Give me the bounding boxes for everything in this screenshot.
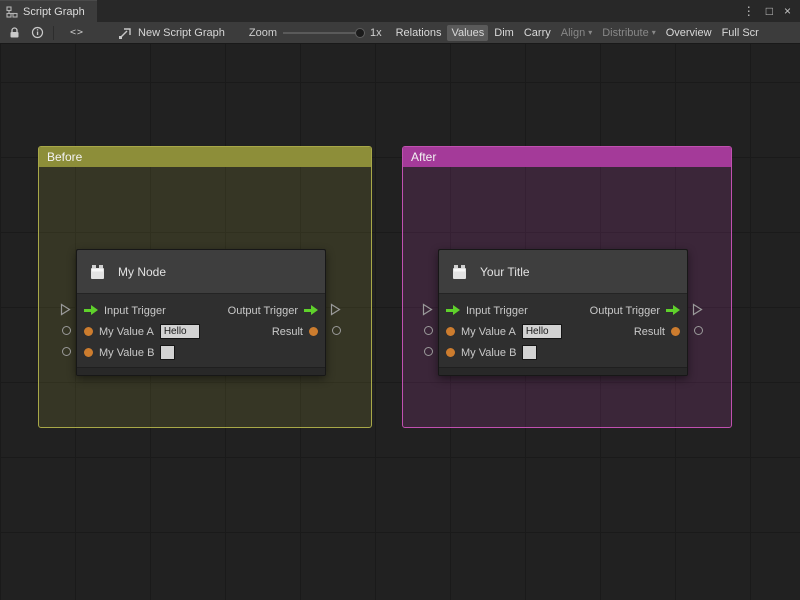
chevron-down-icon: ▾ (588, 28, 592, 37)
external-flow-output-connector[interactable] (692, 303, 703, 316)
node-body: Input Trigger Output Trigger My Value A … (77, 294, 325, 367)
graph-reference[interactable]: New Script Graph (118, 24, 225, 42)
unit-node-icon (88, 263, 108, 281)
input-trigger-label: Input Trigger (466, 305, 528, 317)
maximize-icon[interactable]: □ (766, 5, 773, 17)
result-port[interactable] (671, 327, 680, 336)
input-trigger-port[interactable] (446, 305, 460, 316)
value-b-input[interactable] (160, 345, 175, 360)
tab-script-graph[interactable]: Script Graph (0, 0, 97, 22)
node-title: Your Title (480, 265, 530, 279)
align-button[interactable]: Align ▾ (557, 25, 596, 41)
code-icon[interactable]: <> (70, 24, 84, 42)
value-a-label: My Value A (99, 326, 154, 338)
external-flow-input-connector[interactable] (60, 303, 71, 316)
output-trigger-port[interactable] (666, 305, 680, 316)
distribute-button-label: Distribute (602, 27, 648, 39)
node-body: Input Trigger Output Trigger My Value A … (439, 294, 687, 367)
window-controls: ⋮ □ × (743, 5, 800, 17)
value-a-input[interactable] (160, 324, 200, 339)
external-flow-input-connector[interactable] (422, 303, 433, 316)
graph-name-label: New Script Graph (138, 27, 225, 39)
group-before: Before My Node Input Tr (38, 146, 372, 428)
external-result-connector[interactable] (331, 324, 342, 337)
port-row-value-b: My Value B (439, 342, 687, 363)
port-row-value-b: My Value B (77, 342, 325, 363)
result-label: Result (634, 326, 665, 338)
zoom-slider[interactable] (283, 26, 365, 40)
fullscreen-button[interactable]: Full Scr (718, 25, 763, 41)
group-after-header[interactable]: After (403, 147, 731, 167)
overview-button[interactable]: Overview (662, 25, 716, 41)
node-footer (77, 367, 325, 375)
chevron-down-icon: ▾ (652, 28, 656, 37)
output-trigger-label: Output Trigger (228, 305, 298, 317)
value-b-label: My Value B (99, 347, 154, 359)
node-my-node[interactable]: My Node Input Trigger Output Trigger (76, 249, 326, 376)
group-title: Before (47, 150, 82, 164)
value-a-label: My Value A (461, 326, 516, 338)
tab-label: Script Graph (23, 6, 85, 18)
group-after: After Your Title Input (402, 146, 732, 428)
result-label: Result (272, 326, 303, 338)
value-b-label: My Value B (461, 347, 516, 359)
relations-button[interactable]: Relations (392, 25, 446, 41)
value-a-input[interactable] (522, 324, 562, 339)
toolbar-separator (53, 26, 54, 40)
port-row-trigger: Input Trigger Output Trigger (439, 300, 687, 321)
group-before-header[interactable]: Before (39, 147, 371, 167)
result-port[interactable] (309, 327, 318, 336)
graph-toolbar: <> New Script Graph Zoom 1x Relations Va… (0, 22, 800, 44)
zoom-value: 1x (370, 27, 382, 39)
external-value-b-connector[interactable] (61, 345, 72, 358)
port-row-value-a: My Value A Result (439, 321, 687, 342)
values-button[interactable]: Values (447, 25, 488, 41)
graph-canvas[interactable]: Before My Node Input Tr (0, 44, 800, 600)
unit-node-icon (450, 263, 470, 281)
node-title: My Node (118, 265, 166, 279)
zoom-slider-handle[interactable] (355, 28, 365, 38)
value-a-port[interactable] (84, 327, 93, 336)
graph-tab-icon (6, 3, 18, 21)
carry-button[interactable]: Carry (520, 25, 555, 41)
align-button-label: Align (561, 27, 585, 39)
value-a-port[interactable] (446, 327, 455, 336)
output-trigger-label: Output Trigger (590, 305, 660, 317)
port-row-trigger: Input Trigger Output Trigger (77, 300, 325, 321)
tab-bar: Script Graph ⋮ □ × (0, 0, 800, 22)
input-trigger-label: Input Trigger (104, 305, 166, 317)
window-menu-icon[interactable]: ⋮ (743, 5, 755, 17)
group-title: After (411, 150, 436, 164)
external-value-a-connector[interactable] (61, 324, 72, 337)
script-graph-icon (118, 24, 132, 42)
node-your-title[interactable]: Your Title Input Trigger Output Trigger (438, 249, 688, 376)
info-icon[interactable] (31, 24, 44, 42)
input-trigger-port[interactable] (84, 305, 98, 316)
node-header[interactable]: Your Title (439, 250, 687, 294)
value-b-port[interactable] (84, 348, 93, 357)
node-header[interactable]: My Node (77, 250, 325, 294)
value-b-port[interactable] (446, 348, 455, 357)
external-value-a-connector[interactable] (423, 324, 434, 337)
port-row-value-a: My Value A Result (77, 321, 325, 342)
zoom-label: Zoom (249, 27, 277, 39)
value-b-input[interactable] (522, 345, 537, 360)
external-flow-output-connector[interactable] (330, 303, 341, 316)
zoom-slider-track (283, 32, 365, 34)
close-icon[interactable]: × (784, 5, 791, 17)
distribute-button[interactable]: Distribute ▾ (598, 25, 659, 41)
external-result-connector[interactable] (693, 324, 704, 337)
external-value-b-connector[interactable] (423, 345, 434, 358)
output-trigger-port[interactable] (304, 305, 318, 316)
lock-icon[interactable] (8, 24, 21, 42)
dim-button[interactable]: Dim (490, 25, 518, 41)
node-footer (439, 367, 687, 375)
